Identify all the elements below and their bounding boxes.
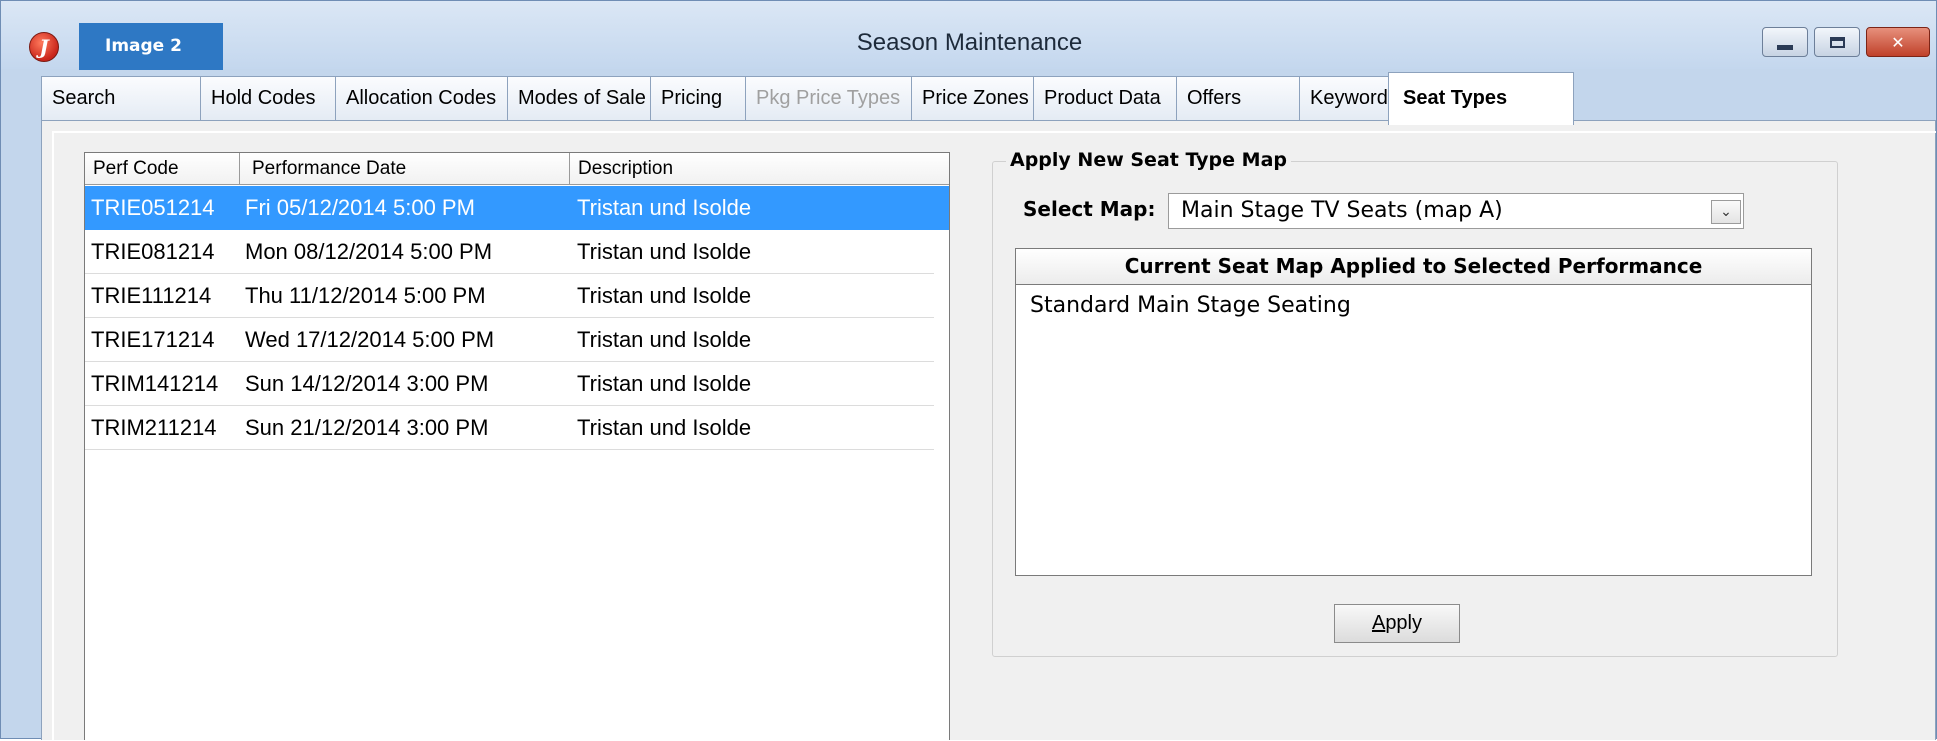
perf-code-cell: TRIE081214 — [91, 239, 215, 264]
apply-button-mnemonic: A — [1371, 612, 1386, 634]
window-title: Season Maintenance — [856, 29, 1083, 56]
tab-modes-of-sale[interactable]: Modes of Sale — [507, 76, 651, 120]
maximize-icon — [1829, 36, 1845, 48]
performance-rows: TRIE051214 Fri 05/12/2014 5:00 PM Trista… — [85, 186, 949, 450]
selected-map-value: Main Stage TV Seats (map A) — [1181, 198, 1503, 223]
description-cell: Tristan und Isolde — [577, 327, 752, 352]
performance-date-cell: Sun 21/12/2014 3:00 PM — [245, 415, 489, 440]
minimize-icon — [1777, 44, 1793, 50]
performance-date-cell: Fri 05/12/2014 5:00 PM — [245, 195, 475, 220]
performance-row[interactable]: TRIE081214 Mon 08/12/2014 5:00 PM Trista… — [85, 230, 934, 274]
description-cell: Tristan und Isolde — [577, 283, 752, 308]
perf-code-cell: TRIM211214 — [91, 415, 217, 440]
group-title: Apply New Seat Type Map — [1006, 149, 1291, 171]
window-controls: ✕ — [1762, 27, 1930, 57]
chevron-down-icon[interactable]: ⌄ — [1711, 200, 1741, 224]
apply-button[interactable]: Apply — [1334, 604, 1460, 643]
description-cell: Tristan und Isolde — [577, 371, 752, 396]
tab-offers[interactable]: Offers — [1176, 76, 1300, 120]
select-map-dropdown[interactable]: Main Stage TV Seats (map A) ⌄ — [1168, 193, 1744, 229]
tab-product-data[interactable]: Product Data — [1033, 76, 1177, 120]
perf-code-cell: TRIM141214 — [91, 371, 219, 396]
tab-price-zones[interactable]: Price Zones — [911, 76, 1034, 120]
performance-row[interactable]: TRIE111214 Thu 11/12/2014 5:00 PM Trista… — [85, 274, 934, 318]
performance-list-header: Perf Code Performance Date Description — [85, 153, 949, 185]
current-seat-map-list[interactable]: Current Seat Map Applied to Selected Per… — [1015, 248, 1812, 576]
performance-row[interactable]: TRIM141214 Sun 14/12/2014 3:00 PM Trista… — [85, 362, 934, 406]
tab-hold-codes[interactable]: Hold Codes — [200, 76, 336, 120]
column-header-perf-code[interactable]: Perf Code — [85, 153, 240, 184]
list-item[interactable]: Standard Main Stage Seating — [1030, 293, 1351, 318]
perf-code-cell: TRIE051214 — [91, 195, 215, 220]
description-cell: Tristan und Isolde — [577, 195, 752, 220]
description-cell: Tristan und Isolde — [577, 239, 752, 264]
performance-date-cell: Thu 11/12/2014 5:00 PM — [245, 283, 486, 308]
perf-code-cell: TRIE171214 — [91, 327, 215, 352]
tab-pkg-price-types: Pkg Price Types — [745, 76, 912, 120]
performance-list[interactable]: Perf Code Performance Date Description T… — [84, 152, 950, 740]
tab-seat-types[interactable]: Seat Types — [1388, 72, 1574, 125]
season-maintenance-window: J Image 2 Season Maintenance ✕ Search Ho… — [0, 0, 1937, 741]
column-header-description[interactable]: Description — [570, 153, 949, 184]
performance-row[interactable]: TRIE171214 Wed 17/12/2014 5:00 PM Trista… — [85, 318, 934, 362]
maximize-button[interactable] — [1814, 27, 1860, 57]
minimize-button[interactable] — [1762, 27, 1808, 57]
select-map-label: Select Map: — [1023, 197, 1156, 221]
title-bar[interactable]: J Image 2 Season Maintenance ✕ — [1, 1, 1936, 70]
performance-row[interactable]: TRIE051214 Fri 05/12/2014 5:00 PM Trista… — [85, 186, 949, 230]
current-seat-map-header: Current Seat Map Applied to Selected Per… — [1016, 249, 1811, 285]
apply-button-label: pply — [1385, 612, 1423, 634]
performance-date-cell: Sun 14/12/2014 3:00 PM — [245, 371, 489, 396]
tab-allocation-codes[interactable]: Allocation Codes — [335, 76, 508, 120]
performance-date-cell: Wed 17/12/2014 5:00 PM — [245, 327, 495, 352]
close-icon: ✕ — [1891, 32, 1905, 52]
performance-row[interactable]: TRIM211214 Sun 21/12/2014 3:00 PM Trista… — [85, 406, 934, 450]
tab-pricing[interactable]: Pricing — [650, 76, 746, 120]
performance-date-cell: Mon 08/12/2014 5:00 PM — [245, 239, 493, 264]
perf-code-cell: TRIE111214 — [91, 283, 212, 308]
description-cell: Tristan und Isolde — [577, 415, 752, 440]
tab-search[interactable]: Search — [41, 76, 201, 120]
column-header-performance-date[interactable]: Performance Date — [240, 153, 570, 184]
close-button[interactable]: ✕ — [1866, 27, 1930, 57]
